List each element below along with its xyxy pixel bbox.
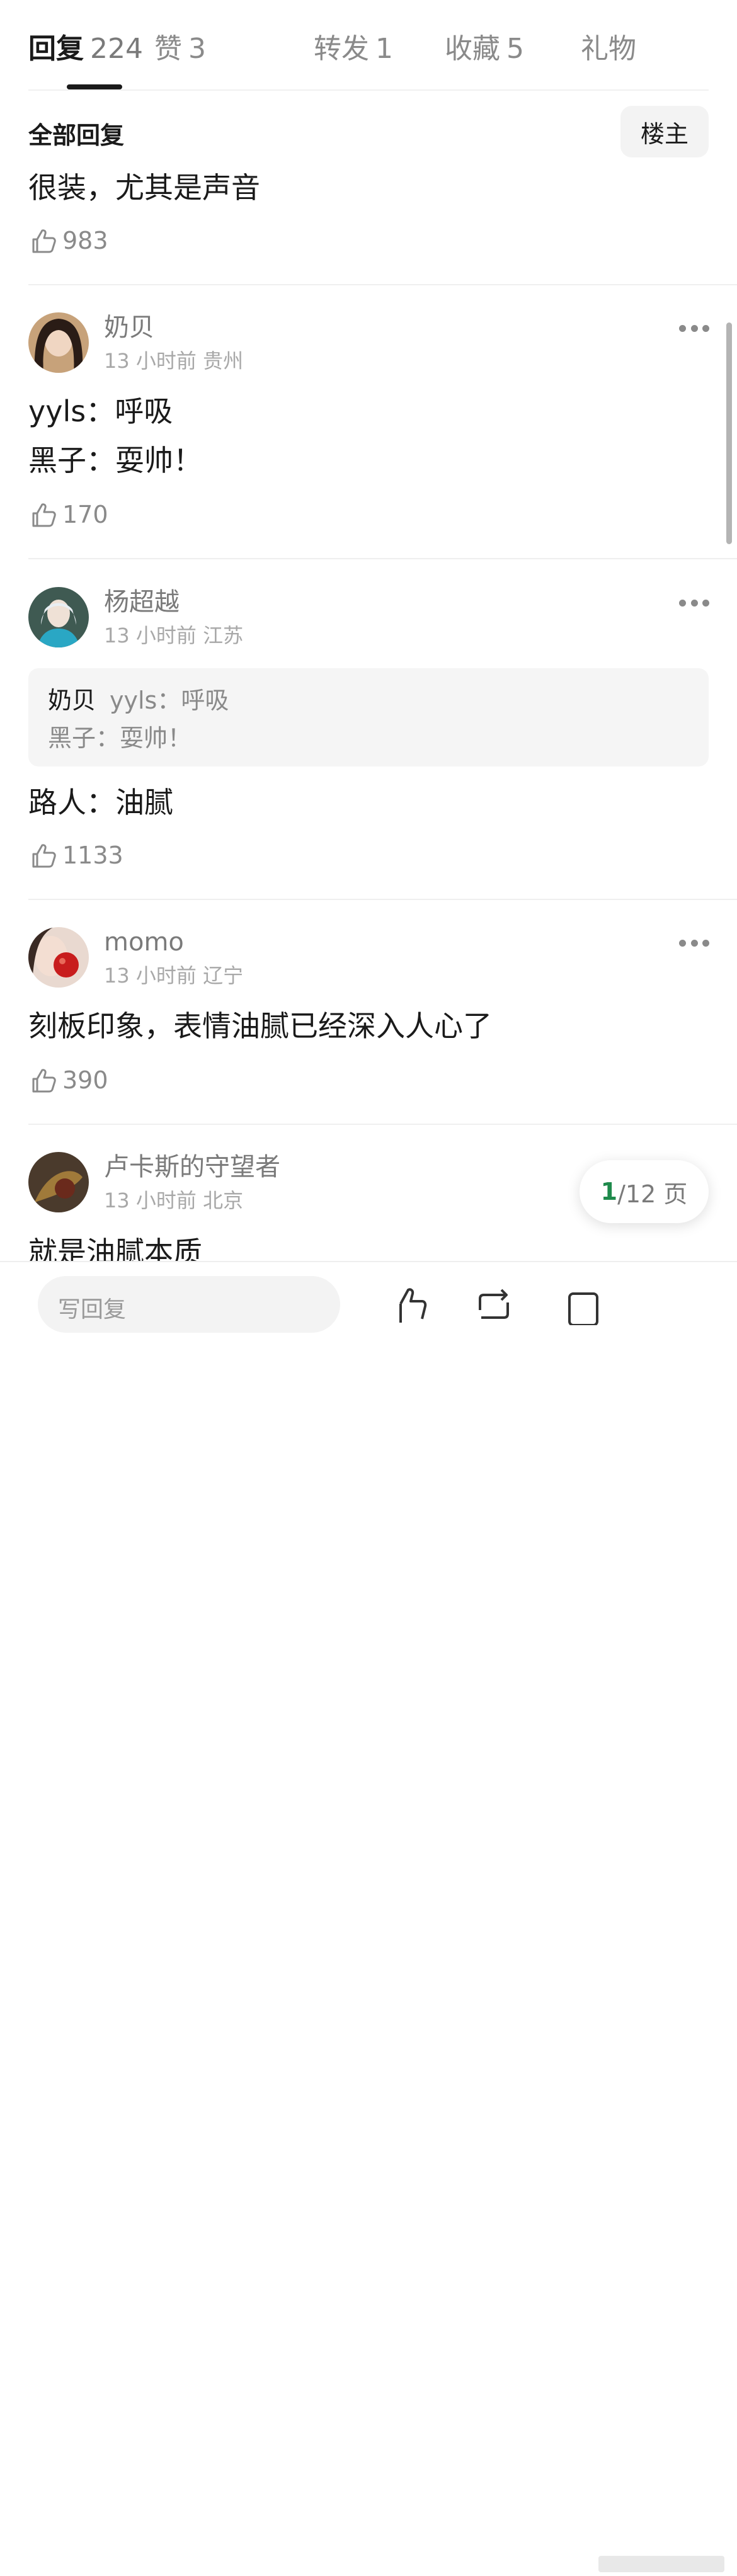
username[interactable]: 奶贝 (104, 312, 154, 343)
username[interactable]: 卢卡斯的守望者 (104, 1151, 280, 1183)
reply-input[interactable]: 写回复 (38, 1276, 340, 1333)
more-options-button[interactable] (679, 938, 709, 948)
comment-time: 13 小时前 (104, 624, 197, 647)
comment-line: yyls：呼吸 (28, 394, 173, 428)
tab-favorites-count: 5 (506, 33, 524, 65)
tab-gifts[interactable]: 礼物 (581, 30, 643, 68)
tab-favorites[interactable]: 收藏 5 (445, 30, 524, 68)
tab-replies[interactable]: 回复 224 (28, 30, 143, 68)
like-button[interactable]: 1133 (28, 839, 123, 872)
comment-meta: 13 小时前 北京 (104, 1187, 243, 1214)
thumbs-up-icon (32, 844, 56, 868)
more-dot (702, 599, 709, 607)
tab-favorites-label: 收藏 (445, 33, 500, 65)
thumbs-up-icon (32, 503, 56, 527)
current-page: 1 (600, 1178, 618, 1205)
quote-text: yyls：呼吸 (110, 687, 229, 714)
more-dot (679, 599, 686, 607)
comment-location: 贵州 (203, 349, 244, 373)
avatar[interactable] (28, 312, 89, 373)
tabs-divider (28, 89, 709, 91)
avatar[interactable] (28, 927, 89, 988)
all-replies-title: 全部回复 (28, 122, 125, 149)
comment-meta: 13 小时前 辽宁 (104, 962, 243, 989)
bottom-action-bar: 写回复 (0, 1261, 737, 2572)
more-dot (702, 324, 709, 332)
comment-line: 黑子：耍帅！ (28, 443, 202, 477)
tab-replies-count: 224 (90, 33, 143, 65)
scrollbar[interactable] (726, 322, 732, 544)
page-indicator-button[interactable]: 1/12 页 (580, 1160, 709, 1223)
favorite-icon[interactable] (564, 1285, 605, 1325)
quoted-reply[interactable]: 奶贝 yyls：呼吸 黑子：耍帅！ (28, 668, 709, 767)
divider (28, 558, 737, 559)
avatar-image (28, 1152, 89, 1212)
like-button[interactable]: 170 (28, 498, 108, 531)
avatar-image (28, 927, 89, 988)
avatar[interactable] (28, 587, 89, 647)
more-dot (690, 324, 698, 332)
thumbs-up-icon (32, 229, 56, 253)
tab-reposts-label: 转发 (314, 33, 369, 65)
divider (28, 284, 737, 285)
tab-reposts-count: 1 (375, 33, 393, 65)
divider (28, 1124, 737, 1125)
comment-location: 江苏 (203, 624, 244, 647)
comment-meta: 13 小时前 江苏 (104, 622, 243, 649)
comment-time: 13 小时前 (104, 349, 197, 373)
owner-only-button[interactable]: 楼主 (620, 106, 709, 157)
total-pages: /12 页 (617, 1180, 688, 1208)
like-count: 170 (62, 501, 108, 528)
active-tab-indicator (67, 84, 122, 89)
quote-text: 黑子：耍帅！ (48, 724, 192, 752)
more-dot (679, 324, 686, 332)
more-dot (690, 599, 698, 607)
more-options-button[interactable] (679, 598, 709, 608)
reply-placeholder: 写回复 (58, 1297, 127, 1323)
reply-text: 很装，尤其是声音 (28, 171, 260, 205)
comment-time: 13 小时前 (104, 964, 197, 988)
tab-likes-count: 3 (188, 33, 206, 65)
comment-meta: 13 小时前 贵州 (104, 348, 243, 374)
comment-line: 路人：油腻 (28, 785, 173, 819)
thumbs-up-icon[interactable] (389, 1285, 430, 1325)
tab-bar: 回复 224 赞3 转发 1 收藏 5 礼物 (0, 0, 737, 91)
avatar[interactable] (28, 1152, 89, 1212)
tab-reposts[interactable]: 转发 1 (314, 30, 393, 68)
comment-line: 刻板印象，表情油腻已经深入人心了 (28, 1009, 492, 1043)
tab-gifts-label: 礼物 (581, 33, 636, 65)
divider (28, 899, 737, 900)
like-count: 983 (62, 227, 108, 254)
username[interactable]: 杨超越 (104, 586, 180, 618)
avatar-image (28, 587, 89, 647)
like-button[interactable]: 983 (28, 224, 108, 257)
comment-time: 13 小时前 (104, 1188, 197, 1212)
repost-icon[interactable] (474, 1285, 514, 1325)
avatar-image (28, 312, 89, 373)
like-count: 1133 (62, 841, 123, 869)
more-options-button[interactable] (679, 323, 709, 333)
quote-line: 奶贝 yyls：呼吸 (48, 683, 229, 717)
tab-likes-label: 赞 (154, 33, 182, 65)
thumbs-up-icon (32, 1069, 56, 1093)
more-dot (679, 939, 686, 947)
quote-author: 奶贝 (48, 687, 96, 714)
comment-location: 辽宁 (203, 964, 244, 988)
watermark-icon (598, 2556, 724, 2572)
comment-location: 北京 (203, 1188, 244, 1212)
tab-replies-label: 回复 (28, 33, 84, 65)
like-count: 390 (62, 1066, 108, 1094)
like-button[interactable]: 390 (28, 1064, 108, 1097)
username[interactable]: momo (104, 926, 184, 958)
more-dot (702, 939, 709, 947)
more-dot (690, 939, 698, 947)
tab-likes[interactable]: 赞3 (154, 30, 206, 68)
